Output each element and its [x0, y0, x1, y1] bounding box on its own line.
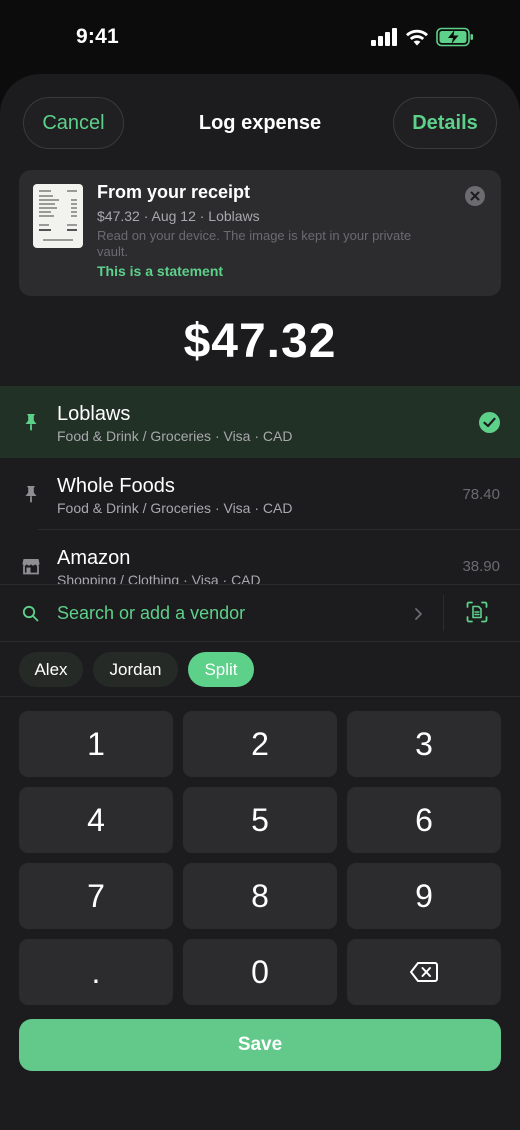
- key-5[interactable]: 5: [183, 787, 337, 853]
- status-icons: [371, 27, 474, 47]
- expense-amount: $47.32: [183, 315, 337, 368]
- key-6[interactable]: 6: [347, 787, 501, 853]
- vendor-search-bar[interactable]: Search or add a vendor: [0, 584, 520, 642]
- store-icon: [22, 559, 40, 575]
- key-0[interactable]: 0: [183, 939, 337, 1005]
- battery-charging-icon: [436, 27, 473, 47]
- vendor-row-amazon[interactable]: Amazon Shopping / Clothing · Visa · CAD …: [0, 530, 520, 584]
- person-chip-jordan[interactable]: Jordan: [93, 652, 178, 687]
- receipt-meta: $47.32 · Aug 12 · Loblaws: [97, 208, 260, 224]
- search-icon: [22, 605, 39, 622]
- key-9[interactable]: 9: [347, 863, 501, 929]
- vendor-name: Amazon: [57, 547, 131, 569]
- key-2[interactable]: 2: [183, 711, 337, 777]
- divider: [0, 696, 520, 697]
- receipt-title: From your receipt: [97, 182, 251, 202]
- search-input[interactable]: Search or add a vendor: [57, 603, 245, 624]
- key-1[interactable]: 1: [19, 711, 173, 777]
- pin-icon: [25, 486, 37, 503]
- key-3[interactable]: 3: [347, 711, 501, 777]
- dismiss-receipt-button[interactable]: [465, 186, 485, 206]
- close-icon: [470, 191, 480, 201]
- selected-check: [479, 412, 500, 433]
- log-expense-sheet: Cancel Log expense Details From your rec…: [0, 74, 520, 1130]
- receipt-card[interactable]: From your receipt $47.32 · Aug 12 · Lobl…: [19, 170, 501, 296]
- statement-link[interactable]: This is a statement: [97, 263, 223, 279]
- status-bar: 9:41: [0, 0, 520, 74]
- chevron-right-icon: [415, 608, 422, 620]
- vendor-name: Loblaws: [57, 403, 131, 425]
- key-4[interactable]: 4: [19, 787, 173, 853]
- key-7[interactable]: 7: [19, 863, 173, 929]
- scan-receipt-icon[interactable]: [466, 601, 488, 623]
- details-button[interactable]: Details: [393, 97, 497, 149]
- vendor-row-loblaws[interactable]: Loblaws Food & Drink / Groceries · Visa …: [0, 386, 520, 458]
- wifi-icon: [406, 29, 428, 46]
- key-decimal[interactable]: .: [19, 939, 173, 1005]
- cellular-signal-icon: [371, 28, 397, 46]
- vendor-last-amount: 78.40: [462, 486, 500, 503]
- backspace-icon: [410, 962, 438, 982]
- vendor-subtitle: Food & Drink / Groceries · Visa · CAD: [57, 428, 293, 444]
- key-8[interactable]: 8: [183, 863, 337, 929]
- key-backspace[interactable]: [347, 939, 501, 1005]
- vendor-subtitle: Shopping / Clothing · Visa · CAD: [57, 572, 261, 584]
- vendor-subtitle: Food & Drink / Groceries · Visa · CAD: [57, 500, 293, 516]
- receipt-privacy-note: Read on your device. The image is kept i…: [97, 228, 412, 259]
- checkmark-icon: [483, 417, 496, 428]
- pin-icon: [25, 414, 37, 431]
- split-chip[interactable]: Split: [188, 652, 254, 687]
- receipt-thumbnail[interactable]: [33, 184, 83, 248]
- search-divider: [443, 595, 444, 631]
- vendor-last-amount: 38.90: [462, 558, 500, 575]
- status-time: 9:41: [76, 25, 119, 48]
- vendor-row-whole-foods[interactable]: Whole Foods Food & Drink / Groceries · V…: [0, 458, 520, 530]
- person-chip-alex[interactable]: Alex: [19, 652, 83, 687]
- vendor-name: Whole Foods: [57, 475, 175, 497]
- save-button[interactable]: Save: [19, 1019, 501, 1071]
